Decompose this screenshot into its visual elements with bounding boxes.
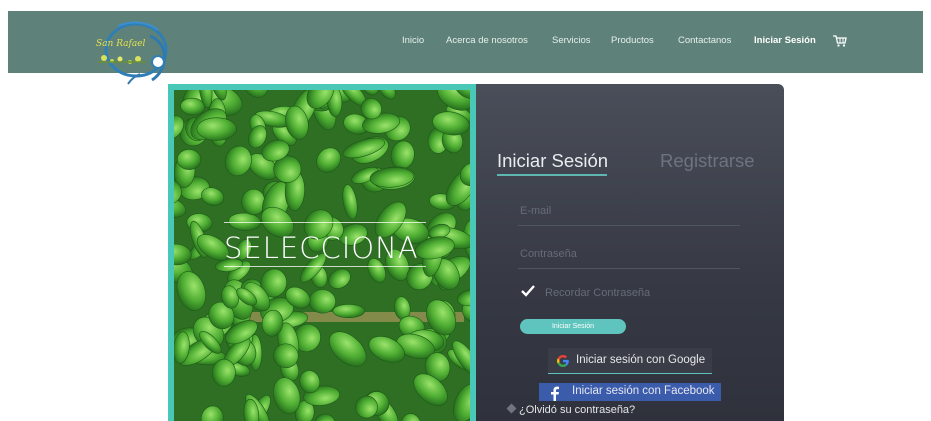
login-panel: Iniciar Sesión Registrarse E-mail Contra… [476, 84, 784, 421]
tab-iniciar-sesion[interactable]: Iniciar Sesión [497, 150, 608, 172]
seedling-leaf [196, 117, 237, 141]
facebook-login-button[interactable]: Iniciar sesión con Facebook [539, 383, 721, 401]
facebook-icon [551, 386, 559, 401]
promo-image-frame: SELECCIONA [168, 84, 476, 421]
password-placeholder: Contraseña [520, 248, 577, 260]
email-field[interactable]: E-mail [518, 201, 740, 226]
remember-password-label: Recordar Contraseña [545, 287, 651, 299]
checkmark-icon[interactable] [520, 284, 536, 298]
google-login-button[interactable]: Iniciar sesión con Google [548, 348, 712, 374]
forgot-password-link[interactable]: ¿Olvidó su contraseña? [506, 403, 636, 416]
email-placeholder: E-mail [520, 205, 552, 217]
seedlings-photo: SELECCIONA [174, 90, 470, 421]
shopping-cart-icon[interactable] [833, 35, 847, 47]
title-rule-top [224, 222, 426, 223]
active-tab-indicator [497, 174, 607, 176]
diamond-bullet-icon [506, 403, 517, 414]
nav-iniciar-sesion[interactable]: Iniciar Sesión [754, 35, 816, 46]
facebook-login-label: Iniciar sesión con Facebook [572, 385, 715, 397]
google-icon [557, 355, 569, 367]
main-nav: Inicio Acerca de nosotros Servicios Prod… [0, 35, 931, 51]
title-rule-bottom [224, 266, 426, 267]
login-submit-button[interactable]: Iniciar Sesión [520, 319, 626, 334]
password-field[interactable]: Contraseña [518, 244, 740, 269]
company-logo[interactable]: San Rafael [88, 18, 176, 88]
promo-title: SELECCIONA [224, 231, 419, 265]
forgot-password-label: ¿Olvidó su contraseña? [519, 404, 636, 416]
nav-acerca-de-nosotros[interactable]: Acerca de nosotros [446, 35, 528, 46]
tab-registrarse[interactable]: Registrarse [660, 150, 755, 172]
nav-inicio[interactable]: Inicio [402, 35, 424, 46]
google-login-label: Iniciar sesión con Google [576, 354, 706, 366]
nav-productos[interactable]: Productos [611, 35, 654, 46]
nav-servicios[interactable]: Servicios [552, 35, 591, 46]
nav-contactanos[interactable]: Contactanos [678, 35, 731, 46]
seedling-leaf [332, 304, 366, 319]
